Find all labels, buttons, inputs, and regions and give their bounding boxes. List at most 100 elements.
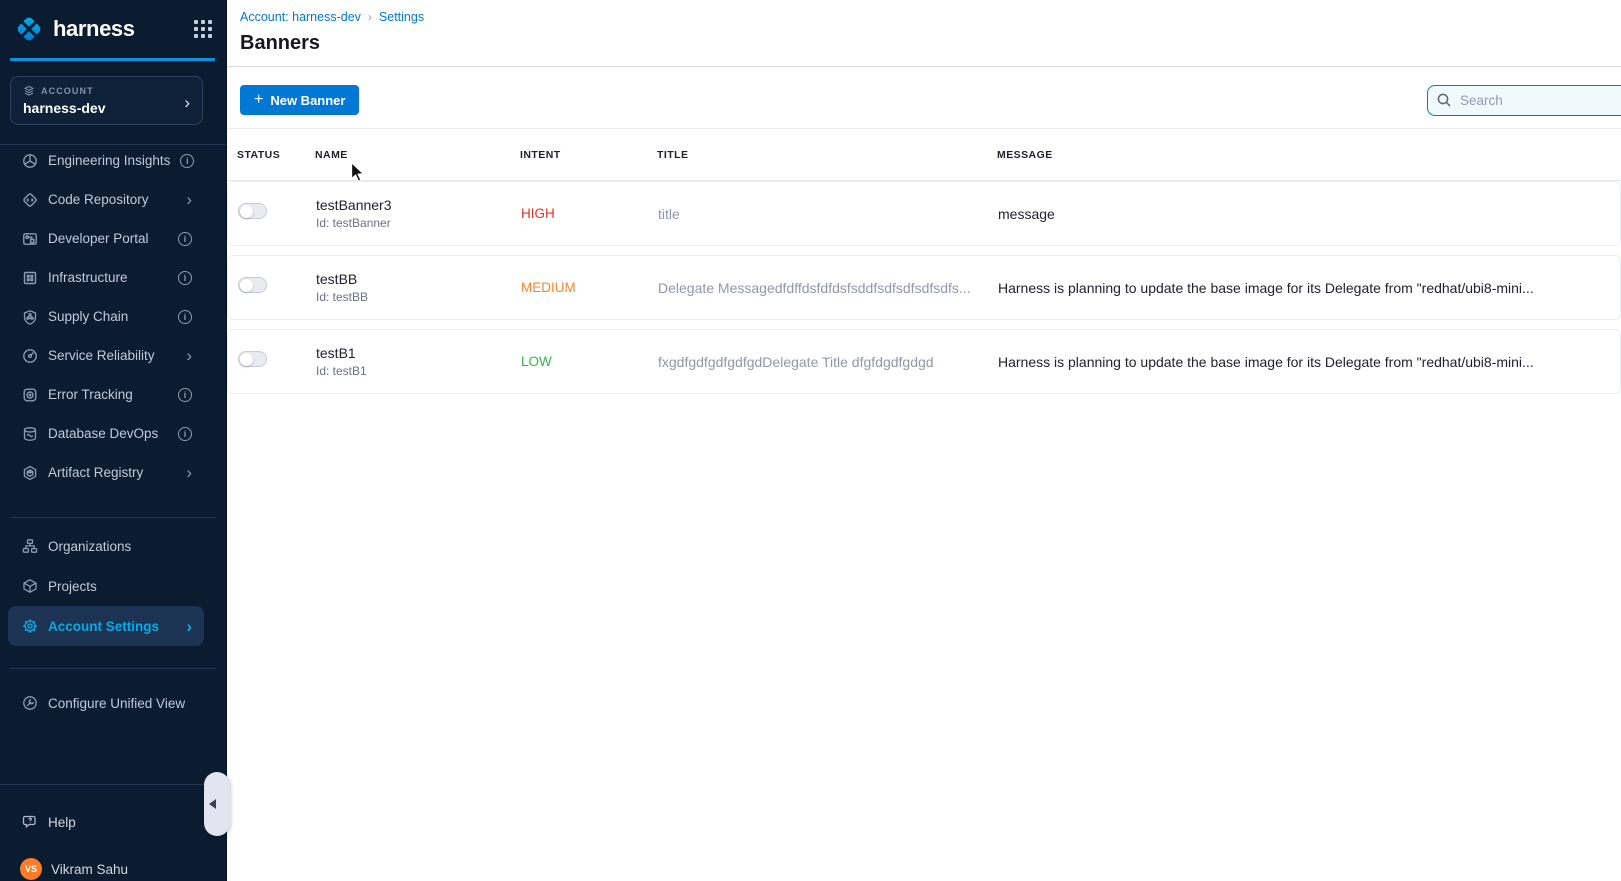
infrastructure-icon xyxy=(22,270,38,286)
app-grid-icon[interactable] xyxy=(194,20,212,38)
banner-name: testBB xyxy=(316,271,521,287)
sidebar-item-engineering-insights[interactable]: Engineering Insights xyxy=(0,141,204,180)
help-icon xyxy=(22,814,38,830)
column-name: NAME xyxy=(315,149,520,161)
plus-icon xyxy=(254,92,263,108)
developer-portal-icon xyxy=(22,231,38,247)
account-selector[interactable]: ACCOUNT harness-dev xyxy=(10,76,203,125)
nav-group-account: Organizations Projects Account Settings xyxy=(0,526,204,646)
breadcrumb-settings-link[interactable]: Settings xyxy=(379,10,424,24)
sidebar-item-projects[interactable]: Projects xyxy=(0,566,204,606)
banner-message: Harness is planning to update the base i… xyxy=(998,354,1604,370)
info-icon xyxy=(178,427,192,441)
breadcrumb-separator-icon xyxy=(368,10,372,24)
banner-intent: MEDIUM xyxy=(521,280,658,295)
table-body: testBanner3 Id: testBanner HIGH title me… xyxy=(227,181,1621,394)
help-label: Help xyxy=(48,815,192,830)
database-devops-icon xyxy=(22,426,38,442)
sidebar-item-label: Database DevOps xyxy=(48,426,168,441)
banner-title: title xyxy=(658,206,998,222)
projects-icon xyxy=(22,578,38,594)
user-name: Vikram Sahu xyxy=(51,862,128,877)
main-content: Account: harness-dev Settings Banners Ne… xyxy=(227,0,1621,881)
status-toggle[interactable] xyxy=(238,351,267,367)
sidebar-item-error-tracking[interactable]: Error Tracking xyxy=(0,375,204,414)
sidebar-item-code-repository[interactable]: Code Repository xyxy=(0,180,204,219)
account-label: ACCOUNT xyxy=(41,86,94,96)
brand-row: harness xyxy=(0,0,226,58)
new-banner-label: New Banner xyxy=(270,93,345,108)
avatar: VS xyxy=(20,858,42,880)
sidebar-item-database-devops[interactable]: Database DevOps xyxy=(0,414,204,453)
info-icon xyxy=(178,271,192,285)
divider xyxy=(10,517,216,518)
sidebar-item-label: Supply Chain xyxy=(48,309,168,324)
harness-logo-icon xyxy=(14,14,44,44)
account-name: harness-dev xyxy=(23,100,190,116)
supply-chain-icon xyxy=(22,309,38,325)
search-input[interactable] xyxy=(1427,85,1621,116)
error-tracking-icon xyxy=(22,387,38,403)
sidebar-item-label: Code Repository xyxy=(48,192,176,207)
sidebar-item-label: Artifact Registry xyxy=(48,465,176,480)
account-settings-icon xyxy=(22,618,38,634)
sidebar-item-configure-unified-view[interactable]: Configure Unified View xyxy=(0,683,204,723)
status-toggle[interactable] xyxy=(238,277,267,293)
banner-message: message xyxy=(998,206,1604,222)
chevron-right-icon xyxy=(186,618,192,635)
banner-title: Delegate Messagedfdffdsfdfdsfsddfsdfsdfs… xyxy=(658,280,998,296)
status-toggle[interactable] xyxy=(238,203,267,219)
toggle-knob xyxy=(240,353,253,366)
search-icon xyxy=(1436,92,1452,108)
table-row[interactable]: testB1 Id: testB1 LOW fxgdfgdfgdfgdfgdDe… xyxy=(227,329,1621,394)
nav-group-modules: Engineering Insights Code Repository Dev… xyxy=(0,141,204,492)
sidebar-item-label: Projects xyxy=(48,579,192,594)
new-banner-button[interactable]: New Banner xyxy=(240,85,359,115)
sidebar-collapse-handle[interactable] xyxy=(204,772,230,836)
code-repository-icon xyxy=(22,192,38,208)
sidebar-item-label: Configure Unified View xyxy=(48,696,192,711)
user-menu[interactable]: VS Vikram Sahu xyxy=(0,856,226,881)
sidebar-item-developer-portal[interactable]: Developer Portal xyxy=(0,219,204,258)
sidebar-item-organizations[interactable]: Organizations xyxy=(0,526,204,566)
divider xyxy=(0,784,226,785)
sidebar-item-help[interactable]: Help xyxy=(0,802,204,842)
toggle-knob xyxy=(240,205,253,218)
chevron-right-icon xyxy=(184,94,190,111)
breadcrumb-account-link[interactable]: Account: harness-dev xyxy=(240,10,361,24)
service-reliability-icon xyxy=(22,348,38,364)
info-icon xyxy=(178,232,192,246)
sidebar-item-label: Engineering Insights xyxy=(48,153,170,168)
artifact-registry-icon xyxy=(22,465,38,481)
search-box xyxy=(1427,85,1621,116)
sidebar-item-account-settings[interactable]: Account Settings xyxy=(8,606,204,646)
info-icon xyxy=(178,388,192,402)
table-row[interactable]: testBB Id: testBB MEDIUM Delegate Messag… xyxy=(227,255,1621,320)
page-title: Banners xyxy=(240,32,320,55)
table-row[interactable]: testBanner3 Id: testBanner HIGH title me… xyxy=(227,181,1621,246)
stack-icon xyxy=(23,85,35,97)
column-status: STATUS xyxy=(237,149,315,161)
info-icon xyxy=(178,310,192,324)
toggle-knob xyxy=(240,279,253,292)
sidebar-item-label: Account Settings xyxy=(48,619,176,634)
brand-underline xyxy=(10,58,215,61)
chevron-right-icon xyxy=(186,464,192,481)
banner-name: testBanner3 xyxy=(316,197,521,213)
banners-table: STATUS NAME INTENT TITLE MESSAGE testBan… xyxy=(227,128,1621,403)
sidebar-item-supply-chain[interactable]: Supply Chain xyxy=(0,297,204,336)
banner-intent: HIGH xyxy=(521,206,658,221)
sidebar-item-artifact-registry[interactable]: Artifact Registry xyxy=(0,453,204,492)
column-message: MESSAGE xyxy=(997,149,1605,161)
banner-message: Harness is planning to update the base i… xyxy=(998,280,1604,296)
sidebar-item-service-reliability[interactable]: Service Reliability xyxy=(0,336,204,375)
app-window: harness ACCOUNT harness-dev Engineering … xyxy=(0,0,1621,881)
banner-intent: LOW xyxy=(521,354,658,369)
banner-id: Id: testBB xyxy=(316,290,521,304)
sidebar-item-infrastructure[interactable]: Infrastructure xyxy=(0,258,204,297)
sidebar: harness ACCOUNT harness-dev Engineering … xyxy=(0,0,227,881)
column-title: TITLE xyxy=(657,149,997,161)
sidebar-item-label: Service Reliability xyxy=(48,348,176,363)
info-icon xyxy=(180,154,194,168)
nav-group-misc: Configure Unified View xyxy=(0,683,204,723)
